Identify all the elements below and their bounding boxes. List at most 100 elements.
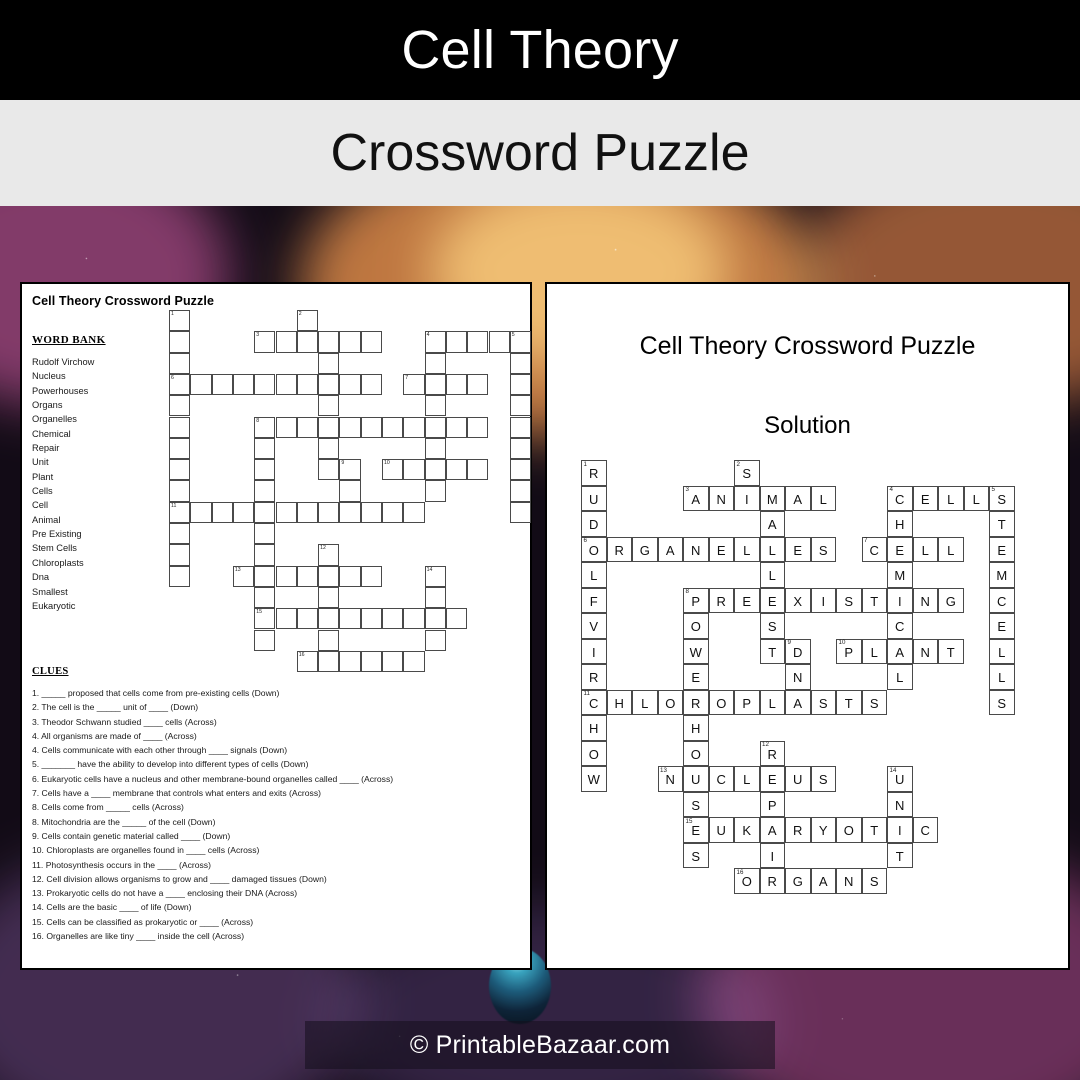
crossword-cell[interactable]	[254, 586, 276, 609]
crossword-cell[interactable]	[318, 565, 340, 587]
crossword-cell[interactable]	[211, 501, 233, 523]
crossword-cell[interactable]	[190, 373, 212, 396]
crossword-cell[interactable]: 7	[403, 373, 425, 396]
crossword-cell[interactable]	[275, 416, 297, 438]
crossword-cell[interactable]: 3	[254, 331, 276, 353]
crossword-cell[interactable]	[424, 437, 446, 460]
crossword-cell[interactable]	[275, 565, 297, 587]
crossword-cell[interactable]	[169, 544, 191, 566]
crossword-cell[interactable]	[424, 373, 446, 396]
crossword-cell[interactable]	[339, 416, 361, 438]
crossword-cell[interactable]	[318, 416, 340, 438]
crossword-cell[interactable]	[509, 416, 532, 438]
crossword-cell[interactable]	[403, 608, 425, 630]
crossword-cell[interactable]	[424, 459, 446, 481]
crossword-cell[interactable]	[445, 331, 468, 353]
crossword-cell[interactable]	[403, 459, 425, 481]
crossword-cell[interactable]	[296, 331, 319, 353]
crossword-cell[interactable]	[445, 608, 468, 630]
crossword-cell[interactable]	[254, 373, 276, 396]
crossword-cell[interactable]	[232, 501, 255, 523]
crossword-cell[interactable]: 10	[382, 459, 404, 481]
crossword-cell[interactable]	[318, 459, 340, 481]
crossword-cell[interactable]: 8	[254, 416, 276, 438]
crossword-cell[interactable]	[403, 416, 425, 438]
crossword-cell[interactable]	[467, 416, 489, 438]
crossword-cell[interactable]	[190, 501, 212, 523]
crossword-cell[interactable]	[509, 373, 532, 396]
crossword-cell[interactable]	[254, 523, 276, 545]
crossword-cell[interactable]	[424, 586, 446, 609]
crossword-cell[interactable]	[169, 395, 191, 417]
crossword-cell[interactable]	[318, 629, 340, 651]
crossword-cell[interactable]	[318, 608, 340, 630]
crossword-cell[interactable]	[339, 373, 361, 396]
crossword-cell[interactable]	[169, 480, 191, 502]
crossword-cell[interactable]	[318, 352, 340, 374]
crossword-cell[interactable]: 11	[169, 501, 191, 523]
crossword-cell[interactable]	[467, 373, 489, 396]
crossword-cell[interactable]	[296, 373, 319, 396]
crossword-cell[interactable]	[169, 331, 191, 353]
crossword-cell[interactable]: 5	[509, 331, 532, 353]
crossword-cell[interactable]: 13	[232, 565, 255, 587]
crossword-cell[interactable]	[509, 395, 532, 417]
crossword-cell[interactable]	[254, 459, 276, 481]
crossword-cell[interactable]	[254, 437, 276, 460]
crossword-cell[interactable]	[467, 331, 489, 353]
crossword-cell[interactable]	[339, 501, 361, 523]
crossword-cell[interactable]: 9	[339, 459, 361, 481]
crossword-cell[interactable]: 15	[254, 608, 276, 630]
crossword-cell[interactable]	[467, 459, 489, 481]
crossword-cell[interactable]	[254, 501, 276, 523]
crossword-cell[interactable]: 2	[296, 310, 319, 332]
crossword-cell[interactable]	[275, 373, 297, 396]
crossword-cell[interactable]	[318, 437, 340, 460]
crossword-cell[interactable]	[339, 480, 361, 502]
crossword-cell[interactable]	[296, 416, 319, 438]
crossword-cell[interactable]	[296, 565, 319, 587]
crossword-cell[interactable]	[254, 480, 276, 502]
crossword-cell[interactable]	[211, 373, 233, 396]
crossword-cell[interactable]	[232, 373, 255, 396]
crossword-cell[interactable]	[445, 373, 468, 396]
crossword-cell[interactable]	[509, 352, 532, 374]
crossword-cell[interactable]: 6	[169, 373, 191, 396]
crossword-cell[interactable]	[424, 629, 446, 651]
crossword-cell[interactable]	[339, 565, 361, 587]
crossword-cell[interactable]	[509, 437, 532, 460]
crossword-cell[interactable]	[509, 459, 532, 481]
crossword-cell[interactable]	[169, 459, 191, 481]
crossword-cell[interactable]	[424, 480, 446, 502]
crossword-cell[interactable]	[424, 416, 446, 438]
crossword-cell[interactable]: 14	[424, 565, 446, 587]
crossword-cell[interactable]	[445, 459, 468, 481]
crossword-cell[interactable]: 12	[318, 544, 340, 566]
crossword-cell[interactable]	[254, 565, 276, 587]
crossword-cell[interactable]	[424, 352, 446, 374]
crossword-cell[interactable]	[360, 501, 382, 523]
crossword-cell[interactable]	[360, 416, 382, 438]
crossword-cell[interactable]	[169, 437, 191, 460]
crossword-cell[interactable]	[318, 373, 340, 396]
crossword-cell[interactable]	[382, 608, 404, 630]
crossword-cell[interactable]	[382, 416, 404, 438]
crossword-cell[interactable]	[360, 608, 382, 630]
crossword-cell[interactable]	[275, 501, 297, 523]
crossword-cell[interactable]	[318, 586, 340, 609]
crossword-cell[interactable]	[318, 331, 340, 353]
crossword-cell[interactable]	[169, 352, 191, 374]
crossword-cell[interactable]	[169, 523, 191, 545]
crossword-cell[interactable]	[339, 331, 361, 353]
crossword-cell[interactable]	[360, 565, 382, 587]
crossword-cell[interactable]	[318, 501, 340, 523]
crossword-cell[interactable]: 1	[169, 310, 191, 332]
crossword-cell[interactable]	[318, 395, 340, 417]
crossword-cell[interactable]	[424, 608, 446, 630]
crossword-cell[interactable]	[169, 565, 191, 587]
crossword-cell[interactable]	[296, 608, 319, 630]
crossword-cell[interactable]	[254, 544, 276, 566]
crossword-cell[interactable]	[360, 331, 382, 353]
crossword-cell[interactable]	[382, 501, 404, 523]
crossword-cell[interactable]	[488, 331, 510, 353]
